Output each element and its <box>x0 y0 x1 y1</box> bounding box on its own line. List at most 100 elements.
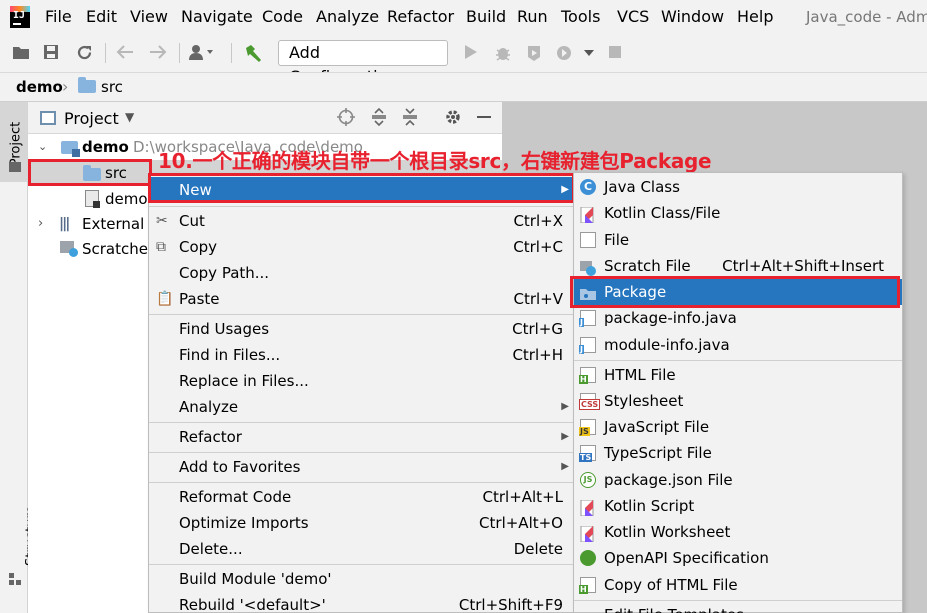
menu-item-copy-path[interactable]: Copy Path... <box>149 260 573 286</box>
javascript-file-icon: JS <box>579 419 596 436</box>
html-badge: H <box>579 585 588 594</box>
menu-item-cut[interactable]: ✂ Cut Ctrl+X <box>149 208 573 234</box>
submenu-item-package-info[interactable]: J package-info.java <box>574 305 902 331</box>
build-hammer-icon[interactable] <box>243 44 263 66</box>
collapse-arrow-icon[interactable]: › <box>38 211 43 237</box>
submenu-item-stylesheet[interactable]: CSS Stylesheet <box>574 388 902 414</box>
submenu-item-package[interactable]: Package <box>574 279 902 305</box>
submenu-item-java-class[interactable]: C Java Class <box>574 174 902 200</box>
submenu-item-html-file[interactable]: H HTML File <box>574 362 902 388</box>
submenu-item-label: TypeScript File <box>604 444 712 462</box>
menu-help[interactable]: Help <box>737 8 773 26</box>
submenu-item-typescript-file[interactable]: TS TypeScript File <box>574 440 902 466</box>
submenu-item-openapi[interactable]: OpenAPI Specification <box>574 545 902 571</box>
submenu-item-module-info[interactable]: J module-info.java <box>574 332 902 358</box>
collapse-all-icon[interactable] <box>402 108 418 130</box>
menu-item-add-to-favorites[interactable]: Add to Favorites ▶ <box>149 454 573 480</box>
toolbar-separator <box>179 43 180 63</box>
add-configuration-button[interactable]: Add Configuration... <box>278 40 448 86</box>
menu-item-paste[interactable]: 📋 Paste Ctrl+V <box>149 286 573 312</box>
css-badge: CSS <box>579 399 601 410</box>
menu-item-new[interactable]: New ▶ <box>149 177 573 203</box>
debug-bug-icon[interactable] <box>495 44 511 66</box>
run-coverage-icon[interactable] <box>525 44 543 66</box>
submenu-item-kotlin-worksheet[interactable]: Kotlin Worksheet <box>574 519 902 545</box>
menu-analyze[interactable]: Analyze <box>316 8 379 26</box>
settings-gear-icon[interactable] <box>444 108 462 130</box>
menu-item-find-usages[interactable]: Find Usages Ctrl+G <box>149 316 573 342</box>
expand-all-icon[interactable] <box>371 107 387 130</box>
menu-file[interactable]: File <box>45 8 72 26</box>
locate-target-icon[interactable] <box>337 108 355 130</box>
submenu-arrow-icon: ▶ <box>561 184 569 195</box>
synchronize-icon[interactable] <box>76 44 93 65</box>
menu-item-rebuild[interactable]: Rebuild '<default>' Ctrl+Shift+F9 <box>149 592 573 613</box>
submenu-item-label: Kotlin Script <box>604 497 695 515</box>
menu-item-analyze[interactable]: Analyze ▶ <box>149 394 573 420</box>
breadcrumb-src[interactable]: src <box>101 78 123 96</box>
breadcrumb-chevron-icon: › <box>62 77 69 96</box>
menu-item-shortcut: Ctrl+V <box>513 290 563 308</box>
submenu-item-package-json[interactable]: JS package.json File <box>574 467 902 493</box>
submenu-item-edit-templates[interactable]: Edit File Templates... <box>574 602 902 613</box>
menu-item-shortcut: Ctrl+Alt+O <box>479 514 563 532</box>
menu-item-copy[interactable]: ⧉ Copy Ctrl+C <box>149 234 573 260</box>
menu-item-label: Delete... <box>179 540 243 558</box>
back-arrow-icon[interactable] <box>116 44 134 64</box>
menu-item-label: Find Usages <box>179 320 270 338</box>
menu-item-shortcut: Ctrl+Shift+F9 <box>458 596 563 613</box>
caret-down-icon[interactable]: ▼ <box>125 110 134 124</box>
submenu-item-scratch-file[interactable]: Scratch File Ctrl+Alt+Shift+Insert <box>574 253 902 279</box>
menu-run[interactable]: Run <box>517 8 548 26</box>
run-icon[interactable] <box>464 44 478 64</box>
menu-item-find-in-files[interactable]: Find in Files... Ctrl+H <box>149 342 573 368</box>
submenu-item-file[interactable]: File <box>574 227 902 253</box>
breadcrumb-demo[interactable]: demo <box>16 78 63 96</box>
submenu-item-kotlin-script[interactable]: Kotlin Script <box>574 493 902 519</box>
user-account-icon[interactable] <box>188 44 214 64</box>
submenu-item-label: Stylesheet <box>604 392 684 410</box>
open-folder-icon[interactable] <box>12 44 30 64</box>
save-all-icon[interactable] <box>43 44 59 64</box>
menu-item-optimize-imports[interactable]: Optimize Imports Ctrl+Alt+O <box>149 510 573 536</box>
module-folder-icon <box>61 141 80 157</box>
expand-arrow-icon[interactable]: ⌄ <box>38 134 47 160</box>
typescript-file-icon: TS <box>579 445 596 462</box>
menu-code[interactable]: Code <box>262 8 303 26</box>
submenu-item-label: File <box>604 231 630 249</box>
menu-refactor[interactable]: Refactor <box>387 8 454 26</box>
submenu-item-label: package-info.java <box>604 309 737 327</box>
submenu-item-label: Package <box>604 283 667 301</box>
nodejs-icon: JS <box>580 472 596 488</box>
menu-edit[interactable]: Edit <box>86 8 117 26</box>
menu-tools[interactable]: Tools <box>561 8 600 26</box>
project-view-selector[interactable]: Project <box>64 109 119 128</box>
menu-vcs[interactable]: VCS <box>617 8 649 26</box>
stop-icon[interactable] <box>608 44 622 64</box>
menu-navigate[interactable]: Navigate <box>181 8 253 26</box>
menu-build[interactable]: Build <box>466 8 506 26</box>
submenu-item-copy-html[interactable]: H Copy of HTML File <box>574 572 902 598</box>
menu-window[interactable]: Window <box>661 8 724 26</box>
more-run-options-icon[interactable] <box>584 44 594 64</box>
intellij-logo-icon[interactable]: IJ <box>10 6 30 28</box>
copy-icon: ⧉ <box>156 239 166 255</box>
html-file-icon: H <box>579 577 596 594</box>
hide-panel-minus-icon[interactable] <box>476 108 492 130</box>
logo-text: IJ <box>13 10 26 21</box>
project-tab-folder-icon <box>9 162 21 172</box>
forward-arrow-icon[interactable] <box>149 44 167 64</box>
kotlin-worksheet-icon <box>580 524 596 543</box>
library-icon: ||| <box>59 216 70 232</box>
menu-item-delete[interactable]: Delete... Delete <box>149 536 573 562</box>
toolbar-separator <box>231 43 232 63</box>
profile-icon[interactable] <box>555 44 573 66</box>
menu-view[interactable]: View <box>130 8 168 26</box>
submenu-item-javascript-file[interactable]: JS JavaScript File <box>574 414 902 440</box>
submenu-item-kotlin-class[interactable]: Kotlin Class/File <box>574 200 902 226</box>
menu-item-refactor[interactable]: Refactor ▶ <box>149 424 573 450</box>
menu-item-replace-in-files[interactable]: Replace in Files... <box>149 368 573 394</box>
menu-item-build-module[interactable]: Build Module 'demo' <box>149 566 573 592</box>
menu-item-reformat-code[interactable]: Reformat Code Ctrl+Alt+L <box>149 484 573 510</box>
package-folder-icon <box>580 284 596 300</box>
